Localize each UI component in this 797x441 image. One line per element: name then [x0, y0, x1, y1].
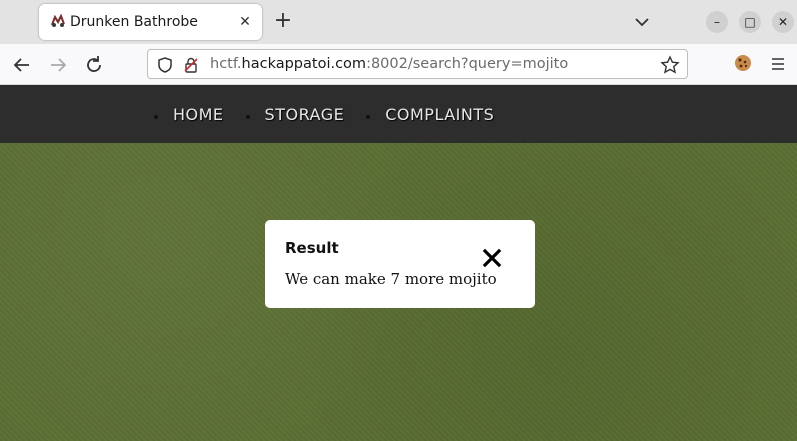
minimize-button[interactable]: – [706, 11, 728, 33]
url-text[interactable]: hctf.hackappatoi.com:8002/search?query=m… [210, 56, 568, 72]
nav-item-storage[interactable]: STORAGE [245, 105, 345, 124]
site-header: HOME STORAGE COMPLAINTS [0, 85, 797, 143]
forward-arrow-icon[interactable] [46, 53, 70, 77]
reload-icon[interactable] [82, 53, 106, 77]
new-tab-button[interactable]: + [271, 10, 295, 34]
hamburger-menu-icon[interactable] [768, 54, 788, 74]
cookie-extension-icon[interactable] [733, 53, 753, 73]
modal-title: Result [285, 239, 339, 257]
nav-item-complaints[interactable]: COMPLAINTS [366, 105, 494, 124]
browser-tab[interactable]: Drunken Bathrobe ✕ [39, 4, 262, 40]
modal-message: We can make 7 more mojito [285, 270, 497, 288]
address-bar[interactable]: hctf.hackappatoi.com:8002/search?query=m… [147, 49, 688, 79]
tab-strip: Drunken Bathrobe ✕ + – □ ✕ [0, 0, 797, 44]
close-window-button[interactable]: ✕ [772, 11, 794, 33]
result-modal: Result We can make 7 more mojito [265, 220, 535, 308]
nav-bullet [366, 115, 371, 119]
url-host-prefix: hctf. [210, 56, 242, 72]
navigation-toolbar: hctf.hackappatoi.com:8002/search?query=m… [0, 44, 797, 85]
nav-link-home[interactable]: HOME [173, 105, 224, 124]
maximize-button[interactable]: □ [739, 11, 761, 33]
nav-link-complaints[interactable]: COMPLAINTS [385, 105, 494, 124]
shield-icon[interactable] [156, 56, 174, 74]
site-favicon-icon [51, 13, 65, 27]
nav-link-storage[interactable]: STORAGE [265, 105, 345, 124]
list-tabs-chevron-down-icon[interactable] [630, 10, 654, 34]
insecure-lock-icon[interactable] [182, 56, 200, 74]
bookmark-star-icon[interactable] [660, 55, 680, 75]
nav-bullet [154, 115, 158, 119]
url-host: hackappatoi.com [241, 56, 367, 72]
site-nav: HOME STORAGE COMPLAINTS [154, 85, 516, 143]
nav-item-home[interactable]: HOME [154, 105, 224, 124]
back-arrow-icon[interactable] [10, 53, 34, 77]
tab-close-icon[interactable]: ✕ [236, 13, 254, 31]
tab-title: Drunken Bathrobe [70, 14, 198, 30]
url-path: :8002/search?query=mojito [366, 56, 569, 72]
nav-bullet [245, 115, 250, 119]
close-icon[interactable] [482, 248, 502, 268]
